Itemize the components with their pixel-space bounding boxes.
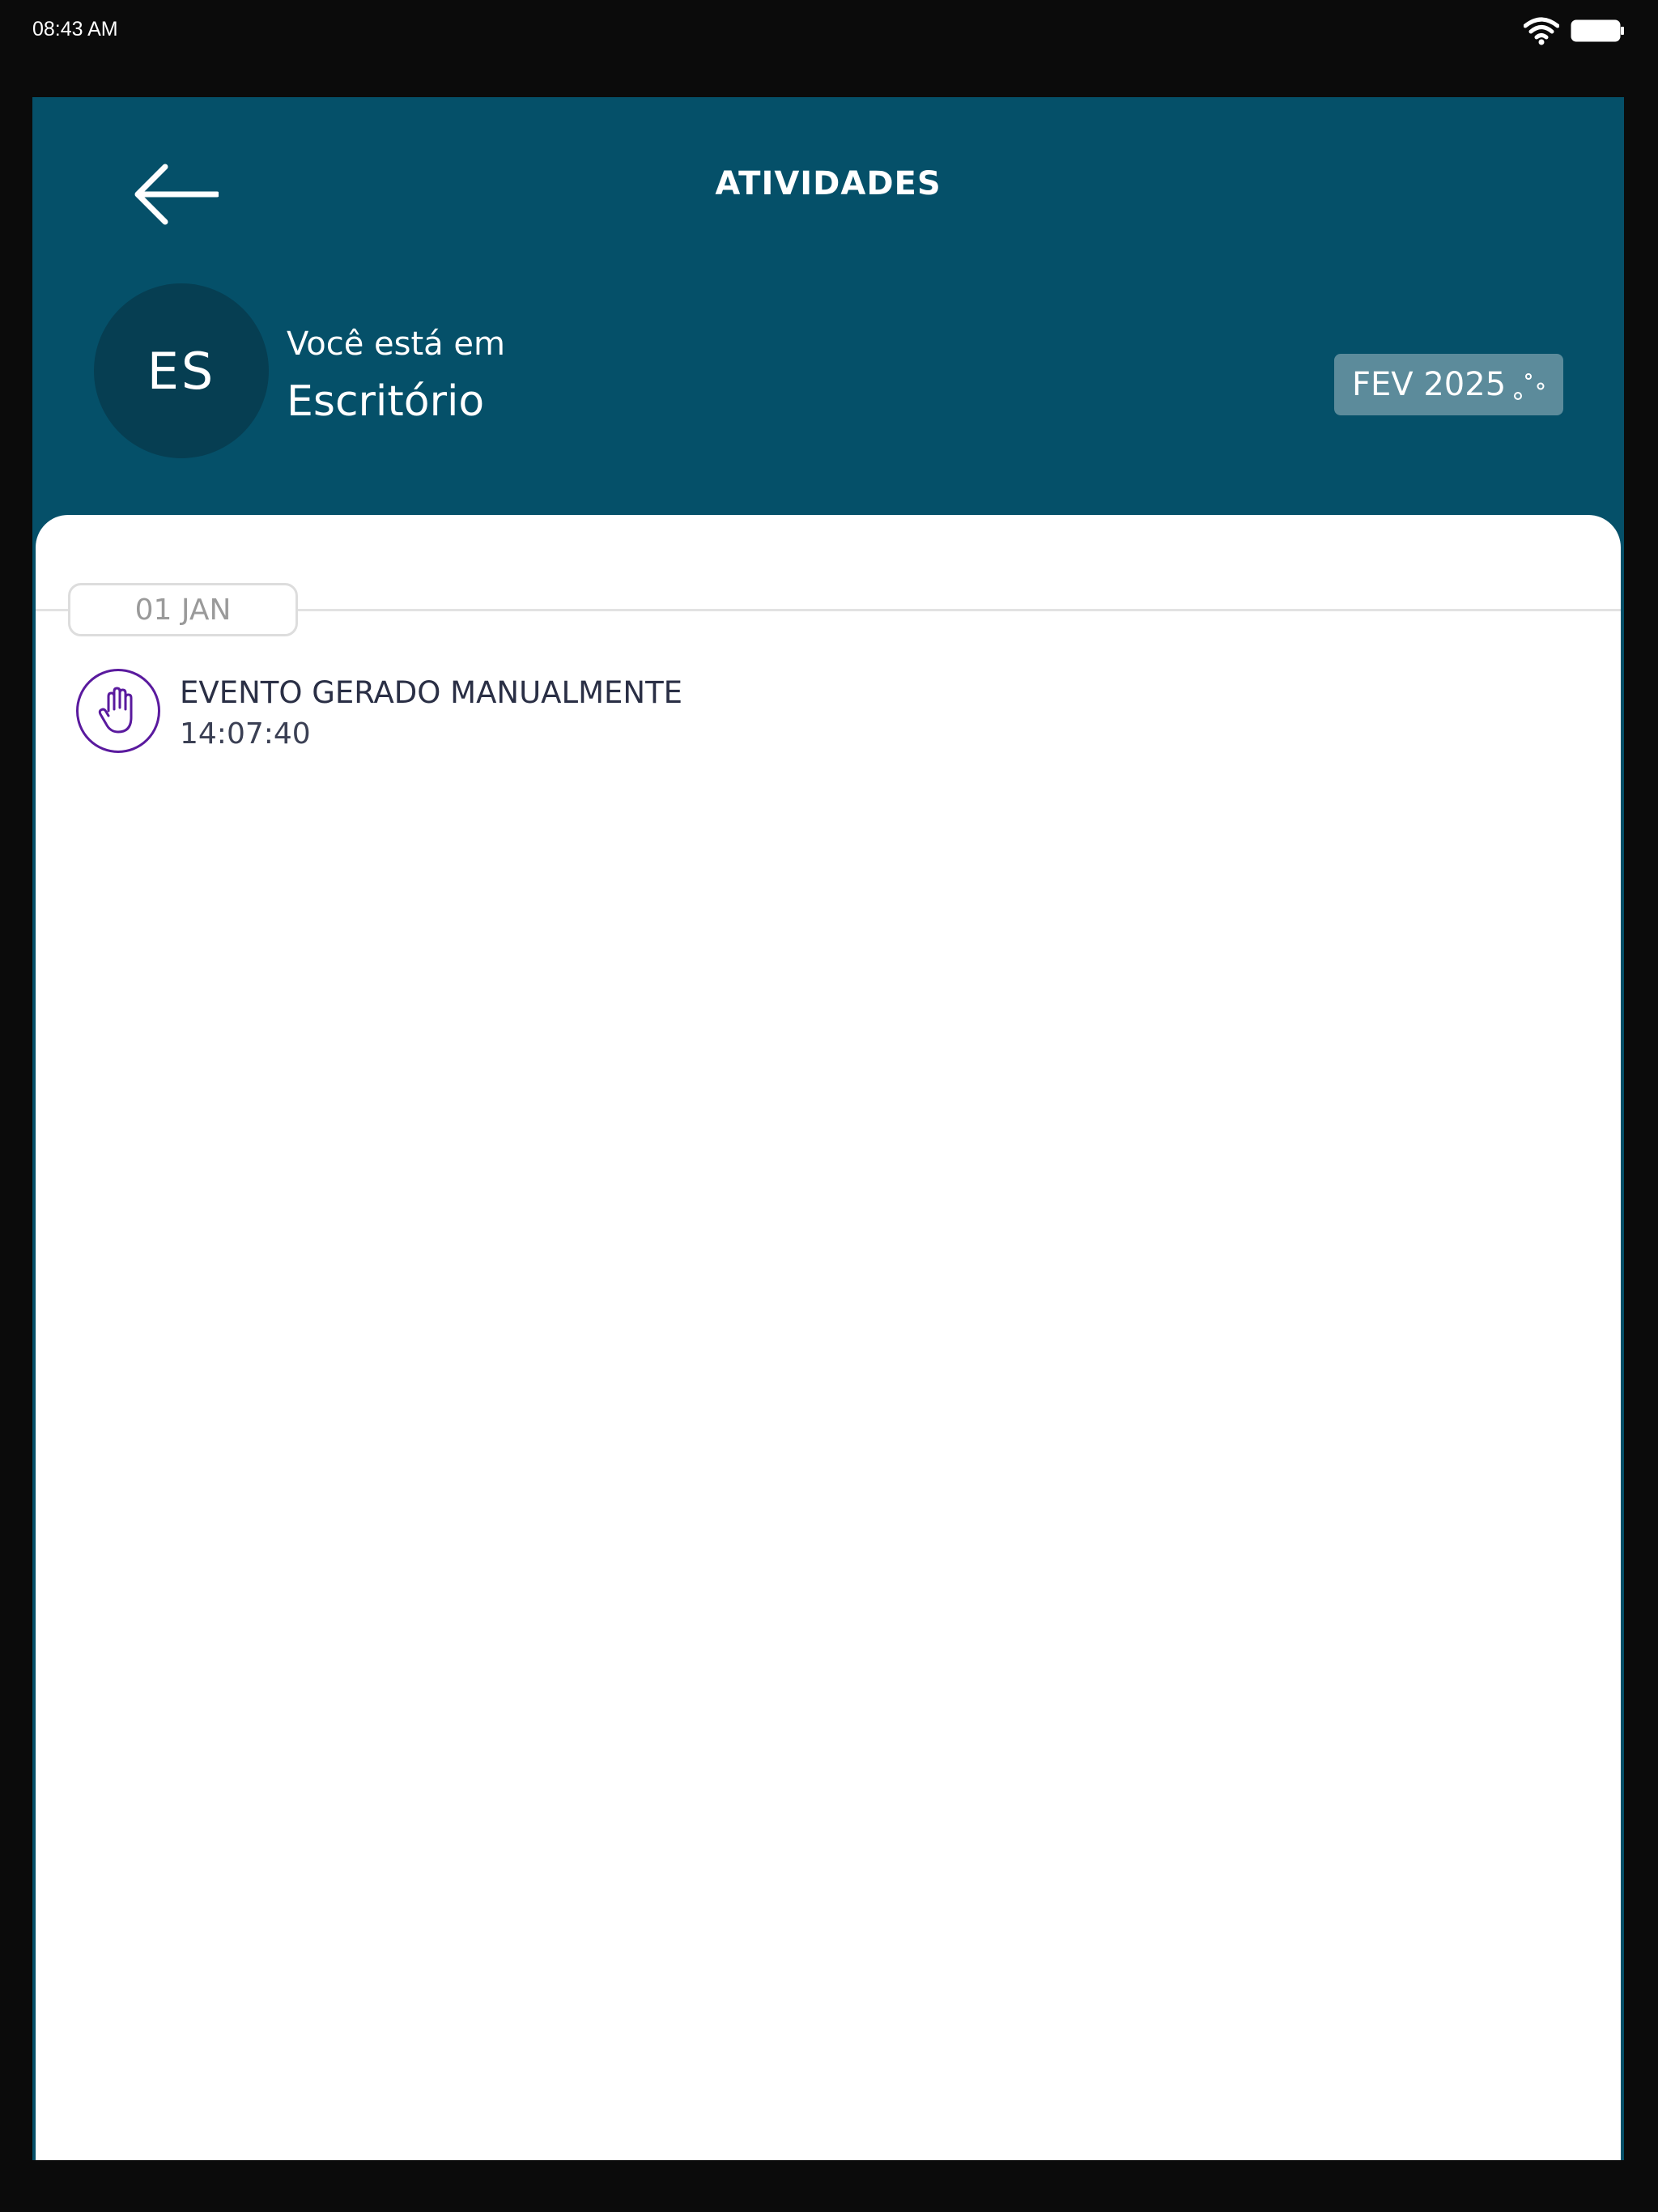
month-selector[interactable]: FEV 2025: [1334, 354, 1563, 415]
date-chip: 01 JAN: [68, 583, 298, 636]
status-icons: [1523, 16, 1626, 49]
app-screen: ATIVIDADES ES Você está em Escritório FE…: [32, 97, 1624, 2160]
month-selector-value: FEV 2025: [1352, 366, 1507, 403]
location-label: Você está em: [287, 325, 505, 363]
hand-icon: [76, 669, 160, 753]
status-bar: 08:43 AM: [0, 0, 1658, 65]
page-title: ATIVIDADES: [715, 165, 942, 202]
list-item[interactable]: EVENTO GERADO MANUALMENTE 14:07:40: [76, 669, 1533, 758]
location-name: Escritório: [287, 377, 485, 426]
battery-icon: [1571, 19, 1626, 47]
status-time: 08:43 AM: [32, 18, 118, 40]
header-bar: ATIVIDADES: [32, 97, 1624, 275]
event-time: 14:07:40: [180, 717, 311, 751]
arrow-left-icon: [130, 164, 220, 238]
avatar: ES: [94, 283, 269, 458]
wifi-icon: [1523, 16, 1560, 49]
activities-card: 01 JAN EVENTO GERADO MANUALMENTE 14:07:4…: [36, 515, 1621, 2160]
event-title: EVENTO GERADO MANUALMENTE: [180, 675, 683, 710]
